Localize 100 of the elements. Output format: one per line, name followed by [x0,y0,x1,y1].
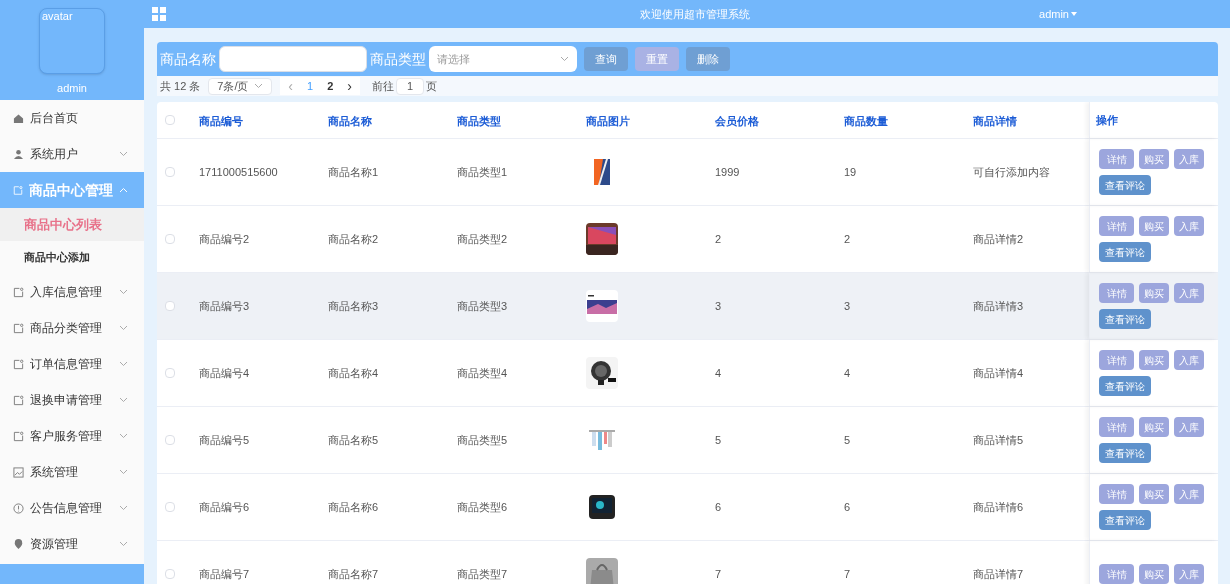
view-reviews-button[interactable]: 查看评论 [1099,510,1151,530]
row-checkbox[interactable] [165,301,175,311]
buy-button[interactable]: 购买 [1139,350,1169,370]
row-checkbox[interactable] [165,234,175,244]
stock-in-button[interactable]: 入库 [1174,149,1204,169]
stock-in-button[interactable]: 入库 [1174,417,1204,437]
table-cell-text: 商品类型3 [457,298,508,314]
row-checkbox[interactable] [165,167,175,177]
buy-button[interactable]: 购买 [1139,283,1169,303]
detail-button[interactable]: 详情 [1099,283,1134,303]
menu-item[interactable]: 系统用户 [0,136,144,172]
table-cell-text: 商品详情2 [973,231,1024,247]
document-icon [13,286,24,298]
chevron-down-icon [119,325,128,331]
view-reviews-button[interactable]: 查看评论 [1099,175,1151,195]
table-cell-text: 7 [715,566,722,582]
document-icon [13,184,23,196]
page-size-select[interactable]: 7条/页 [208,77,273,95]
table-row[interactable]: 商品编号3 商品名称3 商品类型3 3 3 商品详情3 详情 购买 入库 查看评论 [157,273,1218,340]
name-input-field[interactable] [219,46,367,72]
type-select[interactable]: 请选择 [429,46,577,72]
chevron-down-icon [560,56,569,62]
info-icon [13,502,24,514]
row-checkbox[interactable] [165,569,175,579]
chevron-down-icon [119,289,128,295]
row-checkbox[interactable] [165,368,175,378]
menu-label: 公告信息管理 [30,500,103,517]
table-cell-text: 商品类型6 [457,499,508,515]
grid-menu-icon[interactable] [152,7,166,21]
buy-button[interactable]: 购买 [1139,564,1169,584]
buy-button[interactable]: 购买 [1139,484,1169,504]
view-reviews-button[interactable]: 查看评论 [1099,376,1151,396]
buy-button[interactable]: 购买 [1139,149,1169,169]
detail-button[interactable]: 详情 [1099,417,1134,437]
document-icon [13,322,24,334]
menu-label: 订单信息管理 [30,356,103,373]
detail-button[interactable]: 详情 [1099,216,1134,236]
table-cell-text: 商品详情5 [973,432,1024,448]
view-reviews-button[interactable]: 查看评论 [1099,242,1151,262]
menu-item[interactable]: 客户服务管理 [0,418,144,454]
submenu-item[interactable]: 商品中心添加 [0,241,144,274]
column-header: 会员价格 [715,115,759,127]
user-menu[interactable]: admin [1039,5,1077,23]
menu-item[interactable]: 退换申请管理 [0,382,144,418]
table-row[interactable]: 商品编号6 商品名称6 商品类型6 6 6 商品详情6 详情 购买 入库 查看评论 [157,474,1218,541]
stock-in-button[interactable]: 入库 [1174,216,1204,236]
menu-item[interactable]: 资源管理 [0,526,144,562]
menu-item[interactable]: 公告信息管理 [0,490,144,526]
table-cell-text: 商品名称2 [328,231,379,247]
previous-page-button[interactable]: ‹ [288,79,294,93]
delete-button[interactable]: 删除 [686,47,730,71]
detail-button[interactable]: 详情 [1099,484,1134,504]
table-cell-text: 6 [844,499,851,515]
field-label: 商品类型 [370,49,426,69]
page-number[interactable]: 1 [307,77,314,95]
submenu-item[interactable]: 商品中心列表 [0,208,144,241]
select-all-checkbox[interactable] [165,115,175,125]
row-checkbox[interactable] [165,502,175,512]
table-cell-text: 2 [844,231,851,247]
table-row[interactable]: 1711000515600 商品名称1 商品类型1 1999 19 可自行添加内容 详情 购买 入库 查看评论 [157,139,1218,206]
table-cell-text: 商品类型5 [457,432,508,448]
table-row[interactable]: 商品编号2 商品名称2 商品类型2 2 2 商品详情2 详情 购买 入库 查看评论 [157,206,1218,273]
menu-label: 后台首页 [30,110,79,127]
buy-button[interactable]: 购买 [1139,417,1169,437]
image-icon [13,466,24,478]
menu-item[interactable]: 商品中心管理 [0,172,144,208]
menu-item[interactable]: 后台首页 [0,100,144,136]
row-checkbox[interactable] [165,435,175,445]
detail-button[interactable]: 详情 [1099,564,1134,584]
view-reviews-button[interactable]: 查看评论 [1099,309,1151,329]
menu-item[interactable]: 商品分类管理 [0,310,144,346]
table-row[interactable]: 商品编号4 商品名称4 商品类型4 4 4 商品详情4 详情 购买 入库 查看评论 [157,340,1218,407]
next-page-button[interactable]: › [347,79,352,93]
table-cell-text: 3 [844,298,851,314]
column-header: 操作 [1096,112,1118,128]
table-cell-text: 4 [715,365,722,381]
view-reviews-button[interactable]: 查看评论 [1099,443,1151,463]
reset-button[interactable]: 重置 [635,47,679,71]
column-header: 商品详情 [973,115,1017,127]
detail-button[interactable]: 详情 [1099,350,1134,370]
menu-item[interactable]: 系统管理 [0,454,144,490]
table-row[interactable]: 商品编号5 商品名称5 商品类型5 5 5 商品详情5 详情 购买 入库 查看评论 [157,407,1218,474]
table-cell-text: 商品名称3 [328,298,379,314]
goto-page-field[interactable]: 1 [395,77,424,95]
stock-in-button[interactable]: 入库 [1174,564,1204,584]
table-cell-text: 商品类型7 [457,566,508,582]
menu-item[interactable]: 订单信息管理 [0,346,144,382]
menu-label: 系统用户 [30,146,79,163]
menu-item[interactable]: 入库信息管理 [0,274,144,310]
stock-in-button[interactable]: 入库 [1174,484,1204,504]
stock-in-button[interactable]: 入库 [1174,350,1204,370]
table-cell-text: 商品编号7 [199,566,250,582]
table-cell-text: 1999 [715,164,740,180]
total-count: 共 12 条 [160,78,201,94]
column-header: 商品类型 [457,115,501,127]
detail-button[interactable]: 详情 [1099,149,1134,169]
stock-in-button[interactable]: 入库 [1174,283,1204,303]
search-button[interactable]: 查询 [584,47,628,71]
buy-button[interactable]: 购买 [1139,216,1169,236]
page-number[interactable]: 2 [327,77,334,95]
